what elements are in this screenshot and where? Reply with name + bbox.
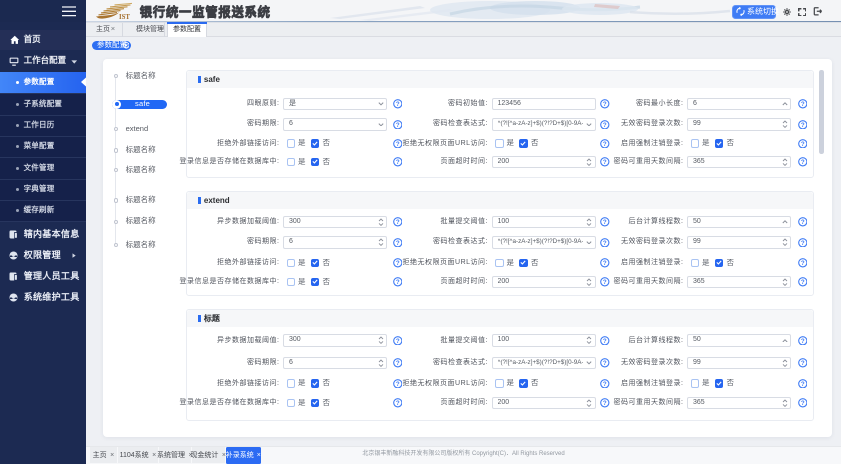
svg-text:?: ? [800,159,804,166]
svg-text:?: ? [800,338,804,345]
svg-text:?: ? [800,101,804,108]
svg-text:?: ? [800,141,804,148]
svg-text:IST: IST [119,14,130,20]
svg-text:?: ? [800,400,804,407]
svg-text:?: ? [800,260,804,267]
svg-text:?: ? [800,122,804,129]
svg-text:?: ? [800,279,804,286]
svg-text:?: ? [800,381,804,388]
svg-text:?: ? [800,219,804,226]
svg-text:?: ? [800,360,804,367]
svg-text:?: ? [800,240,804,247]
